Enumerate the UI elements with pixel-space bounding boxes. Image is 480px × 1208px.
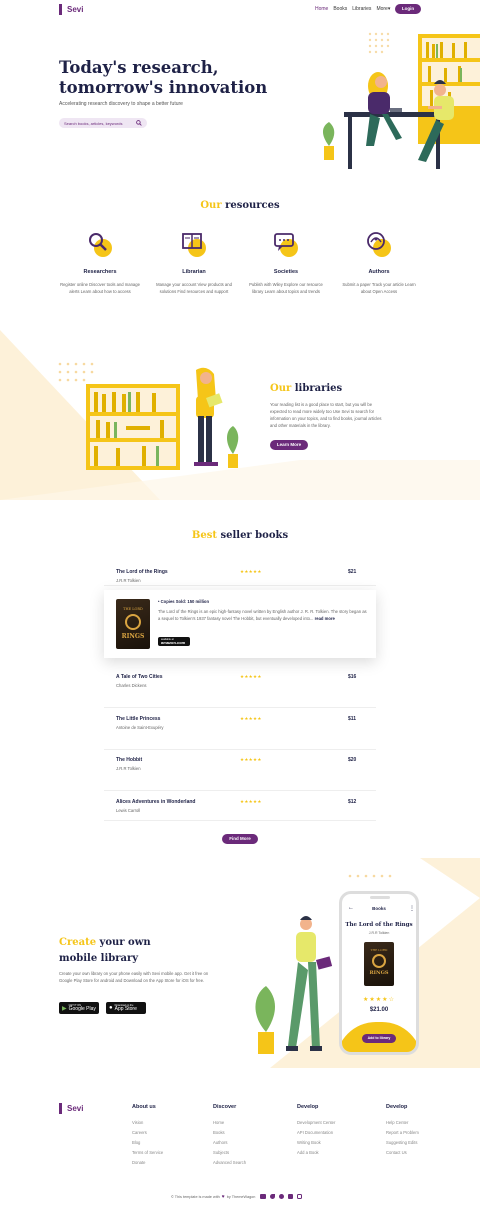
footer-link[interactable]: Vision bbox=[132, 1118, 163, 1128]
chat-icon bbox=[274, 233, 298, 257]
mobile-illustration bbox=[255, 916, 333, 1054]
book-cover: THE LORD RINGS bbox=[116, 599, 150, 649]
table-row[interactable]: The Lord of the Rings J.R.R Tolkien ★★★★… bbox=[104, 566, 376, 586]
phone-speaker bbox=[370, 896, 390, 899]
ring-icon bbox=[372, 954, 386, 968]
more-icon[interactable]: ⋮ bbox=[409, 905, 415, 912]
learn-more-button[interactable]: Learn More bbox=[270, 440, 308, 450]
libraries-text: Your reading list is a good place to sta… bbox=[270, 402, 382, 428]
resources-title: Our resources bbox=[200, 200, 280, 211]
hero-illustration bbox=[322, 32, 480, 169]
add-to-library-button[interactable]: Add to library bbox=[362, 1034, 396, 1043]
phone-mockup: ← Books ⋮ The Lord of the Rings J.R.R To… bbox=[339, 891, 419, 1055]
footer-link[interactable]: Contact Us bbox=[386, 1148, 419, 1158]
footer-link[interactable]: Suggesting Edits bbox=[386, 1138, 419, 1148]
footer-col-discover: Discover Home Books Authors Subjects Adv… bbox=[213, 1104, 246, 1168]
read-more-link[interactable]: read more bbox=[315, 616, 335, 621]
compass-icon bbox=[367, 232, 391, 257]
dot-pattern bbox=[368, 32, 390, 54]
play-icon: ▶ bbox=[62, 1005, 67, 1012]
rating-stars: ★★★★★ bbox=[240, 674, 262, 679]
brand-name: Sevi bbox=[67, 5, 84, 14]
instagram-icon[interactable] bbox=[297, 1194, 302, 1199]
footer-link[interactable]: Add a Book bbox=[297, 1148, 335, 1158]
book-detail-card: THE LORD RINGS • Copies Sold: 150 millio… bbox=[104, 590, 376, 658]
resource-card-societies[interactable]: Societies Publish with Wiley Explore our… bbox=[246, 230, 326, 295]
app-store-button[interactable]: ● Download on the App Store bbox=[106, 1002, 146, 1014]
nav-libraries[interactable]: Libraries bbox=[352, 6, 371, 12]
footer-link[interactable]: Donate bbox=[132, 1158, 163, 1168]
google-play-button[interactable]: ▶ GET IT ON Google Play bbox=[59, 1002, 99, 1014]
footer-link[interactable]: Advanced Search bbox=[213, 1158, 246, 1168]
phone-header: Books bbox=[372, 906, 386, 911]
footer-col-develop: Develop Development Center API Documenta… bbox=[297, 1104, 335, 1158]
phone-book-title: The Lord of the Rings bbox=[345, 922, 413, 928]
mobile-text: Create your own library on your phone ea… bbox=[59, 971, 209, 983]
phone-rating-stars: ★★★★☆ bbox=[363, 997, 395, 1003]
nav-home[interactable]: Home bbox=[315, 6, 328, 12]
twitter-icon[interactable] bbox=[270, 1194, 275, 1199]
search-input[interactable]: Search books, articles, keywords bbox=[64, 121, 122, 126]
magnifier-icon bbox=[89, 233, 112, 257]
search-bar[interactable]: Search books, articles, keywords bbox=[59, 118, 147, 128]
search-icon[interactable] bbox=[136, 120, 142, 126]
footer-link[interactable]: Careers bbox=[132, 1128, 163, 1138]
brand-logo[interactable]: Sevi bbox=[59, 4, 83, 15]
table-row[interactable]: Alices Adventures in Wonderland Lewis Ca… bbox=[104, 795, 376, 821]
phone-price: $21.00 bbox=[369, 1007, 389, 1013]
nav-more[interactable]: More▾ bbox=[376, 6, 390, 12]
logo-mark-icon bbox=[59, 4, 62, 15]
footer-link[interactable]: Help Center bbox=[386, 1118, 419, 1128]
table-row[interactable]: The Hobbit J.R.R Tolkien ★★★★★ $20 bbox=[104, 753, 376, 791]
libraries-illustration bbox=[58, 362, 239, 470]
phone-book-author: J.R.R Tolkien bbox=[368, 931, 390, 935]
rating-stars: ★★★★★ bbox=[240, 757, 262, 762]
amazon-button[interactable]: available at amazon.com bbox=[158, 637, 190, 646]
footer-link[interactable]: Development Center bbox=[297, 1118, 335, 1128]
heart-icon: ♥ bbox=[221, 1194, 225, 1200]
footer-link[interactable]: Home bbox=[213, 1118, 246, 1128]
facebook-icon[interactable] bbox=[279, 1194, 284, 1199]
footer-link[interactable]: Books bbox=[213, 1128, 246, 1138]
phone-book-cover: THE LORD RINGS bbox=[364, 942, 394, 986]
apple-icon: ● bbox=[109, 1005, 113, 1011]
ring-icon bbox=[125, 614, 141, 630]
book-description: The Lord of the Rings is an epic high-fa… bbox=[158, 609, 367, 621]
footer-col-about: About us Vision Careers Blog Terms of Se… bbox=[132, 1104, 163, 1168]
table-row[interactable]: A Tale of Two Cities Charles Dickens ★★★… bbox=[104, 670, 376, 708]
youtube-icon[interactable] bbox=[260, 1194, 266, 1199]
footer-link[interactable]: Terms of Service bbox=[132, 1148, 163, 1158]
main-nav: Home Books Libraries More▾ bbox=[310, 6, 390, 12]
footer-credit: © This template is made with ♥ by ThemeW… bbox=[171, 1194, 256, 1200]
find-more-button[interactable]: Find More bbox=[222, 834, 258, 844]
chevron-down-icon: ▾ bbox=[387, 6, 391, 12]
mobile-title: Create your own mobile library bbox=[59, 937, 151, 964]
libraries-title: Our libraries bbox=[270, 383, 343, 394]
nav-books[interactable]: Books bbox=[333, 6, 347, 12]
bestsellers-title: Best seller books bbox=[191, 530, 289, 541]
footer-link[interactable]: Report a Problem bbox=[386, 1128, 419, 1138]
footer-brand[interactable]: Sevi bbox=[59, 1103, 83, 1114]
social-icons bbox=[260, 1194, 302, 1199]
linkedin-icon[interactable] bbox=[288, 1194, 293, 1199]
login-button[interactable]: Login bbox=[395, 4, 421, 14]
book-icon bbox=[182, 233, 206, 257]
rating-stars: ★★★★★ bbox=[240, 569, 262, 574]
footer-link[interactable]: Authors bbox=[213, 1138, 246, 1148]
resource-card-librarian[interactable]: Librarian Manage your account View produ… bbox=[154, 230, 234, 295]
hero-title: Today's research, tomorrow's innovation bbox=[59, 58, 268, 97]
footer-link[interactable]: Writing Book bbox=[297, 1138, 335, 1148]
hero-subtitle: Accelerating research discovery to shape… bbox=[59, 101, 183, 107]
logo-mark-icon bbox=[59, 1103, 62, 1114]
rating-stars: ★★★★★ bbox=[240, 716, 262, 721]
rating-stars: ★★★★★ bbox=[240, 799, 262, 804]
table-row[interactable]: The Little Princess Antoine de Saint-Exu… bbox=[104, 712, 376, 750]
resource-card-researchers[interactable]: Researchers Register online Discover too… bbox=[60, 230, 140, 295]
footer-link[interactable]: Blog bbox=[132, 1138, 163, 1148]
resource-card-authors[interactable]: Authors Submit a paper Track your articl… bbox=[339, 230, 419, 295]
footer-link[interactable]: API Documentation bbox=[297, 1128, 335, 1138]
footer-col-develop-2: Develop Help Center Report a Problem Sug… bbox=[386, 1104, 419, 1158]
footer-link[interactable]: Subjects bbox=[213, 1148, 246, 1158]
